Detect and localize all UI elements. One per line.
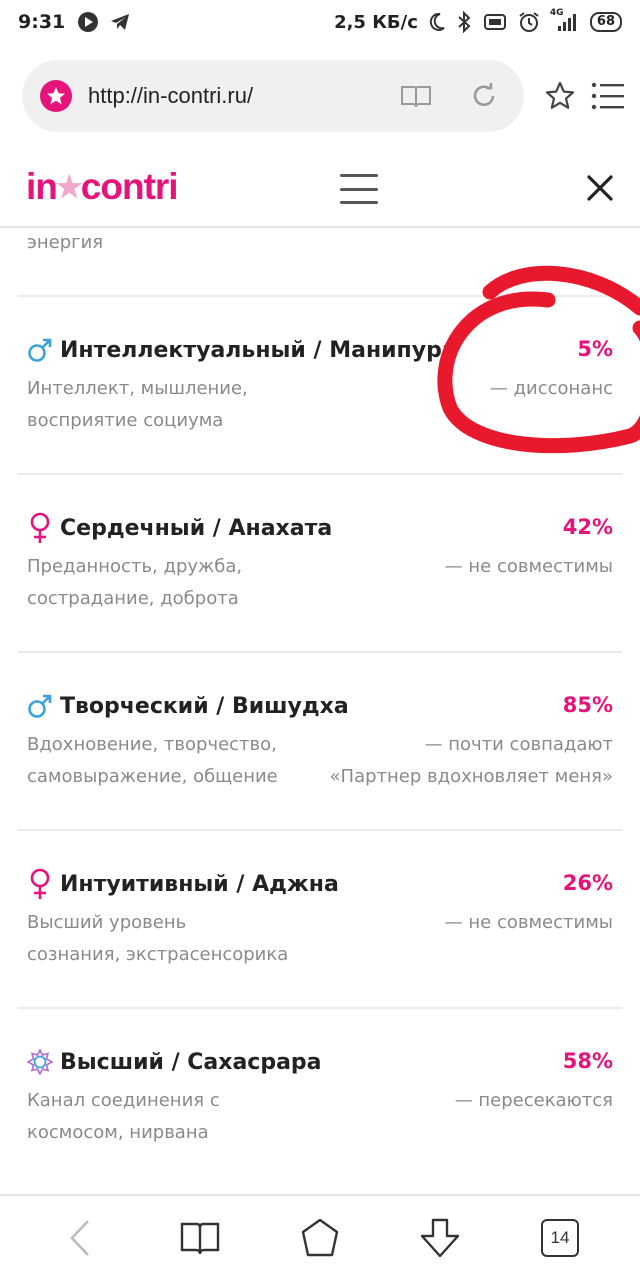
battery-indicator: 68 [589, 12, 622, 32]
clock: 9:31 [18, 11, 66, 33]
logo-right-text: contri [80, 166, 179, 207]
lotus-icon [26, 1047, 54, 1077]
site-favicon-icon [40, 80, 72, 112]
reload-icon[interactable] [462, 74, 506, 118]
chakra-sanskrit: Вишудха [231, 693, 349, 719]
back-icon[interactable] [50, 1208, 110, 1268]
chakra-list: энергия Интеллектуальный / Манипура 5% И… [0, 228, 640, 1194]
compatibility-status: — почти совпадают [424, 734, 613, 755]
chakra-sanskrit: Сахасрара [187, 1049, 322, 1075]
chakra-description: Канал соединения с [27, 1090, 220, 1111]
compatibility-status: — не совместимы [444, 556, 613, 577]
chakra-row-vishuddha[interactable]: Творческий / Вишудха 85% Вдохновение, тв… [0, 653, 640, 831]
tabs-count: 14 [541, 1219, 579, 1257]
male-icon [26, 335, 54, 365]
vibrate-icon [482, 13, 508, 31]
chakra-description: самовыражение, общение [27, 766, 278, 787]
chakra-description: восприятие социума [27, 410, 224, 431]
telegram-icon [109, 11, 131, 33]
network-speed: 2,5 КБ/с [334, 11, 418, 33]
chakra-row-manipura[interactable]: Интеллектуальный / Манипура 5% Интеллект… [0, 297, 640, 475]
male-icon [26, 691, 54, 721]
signal-icon: 4G [550, 8, 580, 32]
download-icon[interactable] [410, 1208, 470, 1268]
chakra-description: Высший уровень [27, 912, 187, 933]
chakra-sanskrit: Аджна [252, 871, 339, 897]
chakra-name: Интуитивный [60, 871, 229, 897]
chakra-name: Высший [60, 1049, 164, 1075]
compatibility-status: — диссонанс [489, 378, 613, 399]
compatibility-status: — не совместимы [444, 912, 613, 933]
compatibility-percent: 5% [577, 337, 613, 361]
bluetooth-icon [456, 11, 472, 33]
browser-bottom-nav: 14 [0, 1194, 640, 1280]
site-logo[interactable]: in ★ contri [26, 166, 179, 208]
chakra-name: Творческий [60, 693, 209, 719]
browser-menu-icon[interactable] [588, 76, 628, 116]
female-icon [26, 512, 54, 543]
url-text[interactable]: http://in-contri.ru/ [88, 83, 370, 109]
female-icon [26, 868, 54, 899]
chakra-row-ajna[interactable]: Интуитивный / Аджна 26% Высший уровень с… [0, 831, 640, 1009]
address-bar[interactable]: http://in-contri.ru/ [22, 60, 524, 132]
logo-star-icon: ★ [55, 170, 83, 204]
home-icon[interactable] [290, 1208, 350, 1268]
bookmark-star-icon[interactable] [540, 76, 580, 116]
chakra-sanskrit: Анахата [228, 515, 333, 541]
compatibility-status: — пересекаются [454, 1090, 613, 1111]
chakra-name: Интеллектуальный [60, 337, 306, 363]
media-play-icon [77, 11, 99, 33]
close-icon[interactable] [584, 172, 616, 204]
chakra-description: сострадание, доброта [27, 588, 239, 609]
chakra-description: Преданность, дружба, [27, 556, 243, 577]
chakra-row-sahasrara[interactable]: Высший / Сахасрара 58% Канал соединения … [0, 1009, 640, 1187]
compatibility-percent: 85% [562, 693, 613, 717]
chakra-name: Сердечный [60, 515, 206, 541]
compatibility-percent: 42% [562, 515, 613, 539]
network-type: 4G [549, 8, 564, 18]
bookmarks-icon[interactable] [170, 1208, 230, 1268]
chakra-sanskrit: Манипура [329, 337, 457, 363]
tabs-button[interactable]: 14 [530, 1208, 590, 1268]
chakra-description: сознания, экстрасенсорика [27, 944, 289, 965]
site-header: in ★ contri [0, 150, 640, 228]
chakra-description: космосом, нирвана [27, 1122, 209, 1143]
site-menu-button[interactable] [340, 174, 378, 204]
compatibility-quote: «Партнер вдохновляет меня» [329, 766, 613, 787]
compatibility-percent: 26% [562, 871, 613, 895]
chakra-description: Интеллект, мышление, [27, 378, 248, 399]
alarm-icon [518, 11, 540, 33]
chakra-row-anahata[interactable]: Сердечный / Анахата 42% Преданность, дру… [0, 475, 640, 653]
previous-item-fragment: энергия [27, 232, 104, 253]
logo-left-text: in [26, 166, 58, 207]
moon-icon [428, 12, 446, 32]
chakra-description: Вдохновение, творчество, [27, 734, 277, 755]
compatibility-percent: 58% [562, 1049, 613, 1073]
reader-mode-icon[interactable] [394, 74, 438, 118]
status-bar: 9:31 2,5 КБ/с 4G 68 [0, 0, 640, 44]
